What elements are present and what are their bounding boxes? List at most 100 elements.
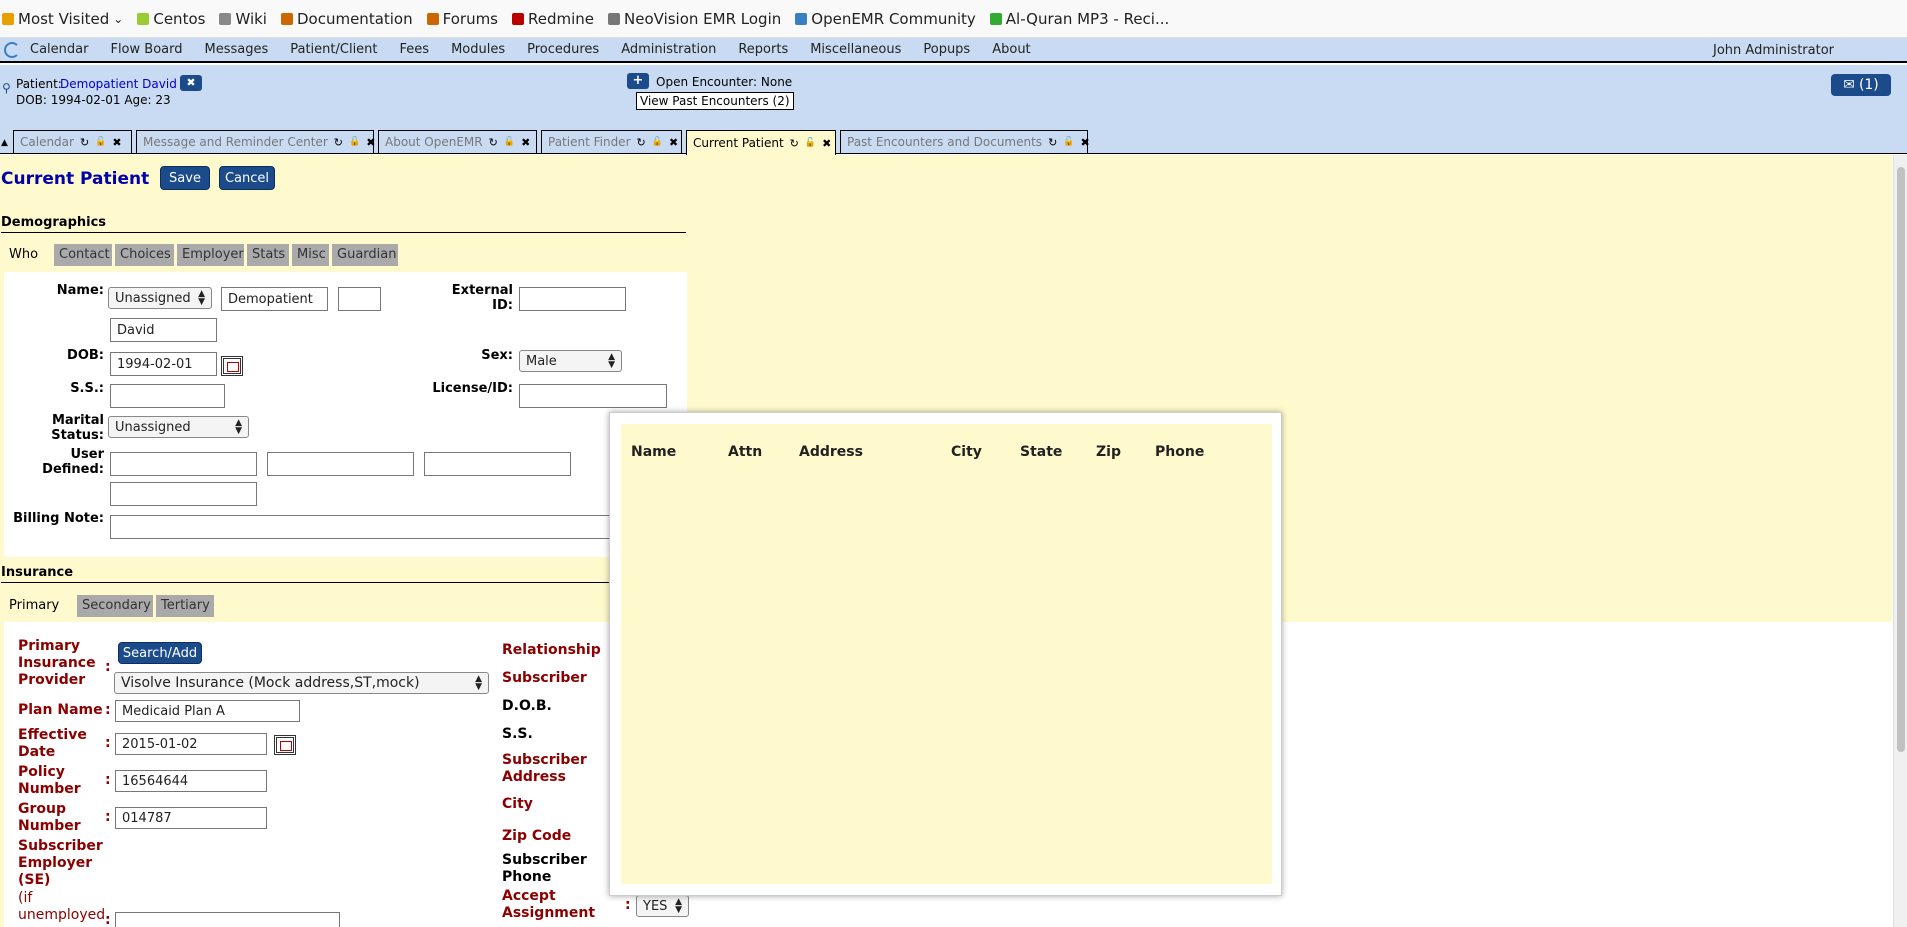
ss-input[interactable] xyxy=(110,384,225,408)
policy-number-input[interactable] xyxy=(115,770,267,792)
last-name-input[interactable] xyxy=(221,287,328,311)
effective-date-input[interactable] xyxy=(115,733,267,755)
dob-input[interactable] xyxy=(110,352,217,376)
external-id-input[interactable] xyxy=(519,287,626,311)
demographics-tab-choices[interactable]: Choices xyxy=(115,244,174,266)
close-icon[interactable]: ✖ xyxy=(521,136,530,149)
collapse-tabs-icon[interactable]: ▲ xyxy=(1,138,8,148)
insurance-provider-select[interactable]: Visolve Insurance (Mock address,ST,mock)… xyxy=(114,672,489,694)
view-past-encounters-button[interactable]: View Past Encounters (2) xyxy=(636,92,794,110)
license-input[interactable] xyxy=(519,384,667,408)
group-number-input[interactable] xyxy=(115,807,267,829)
refresh-icon[interactable]: ↻ xyxy=(80,136,89,149)
new-encounter-button[interactable]: + xyxy=(627,73,649,89)
patient-finder-icon[interactable]: ⚲ xyxy=(2,81,11,95)
scrollbar-thumb[interactable] xyxy=(1897,167,1905,752)
save-button[interactable]: Save xyxy=(160,166,210,190)
demographics-tab-employer[interactable]: Employer xyxy=(177,244,244,266)
page-scrollbar[interactable] xyxy=(1893,155,1907,927)
unlock-icon[interactable]: 🔓 xyxy=(95,137,106,147)
demographics-tab-stats[interactable]: Stats xyxy=(247,244,289,266)
menu-popups[interactable]: Popups xyxy=(923,42,970,57)
tab-message-and-reminder-center[interactable]: Message and Reminder Center ↻ 🔓 ✖ xyxy=(136,130,375,153)
bookmark-2[interactable]: Wiki xyxy=(219,10,267,28)
bookmark-3[interactable]: Documentation xyxy=(280,10,413,28)
tab-calendar[interactable]: Calendar ↻ 🔓 ✖ xyxy=(13,130,132,153)
bookmark-7[interactable]: OpenEMR Community xyxy=(795,10,976,28)
menu-fees[interactable]: Fees xyxy=(400,42,430,57)
menu-modules[interactable]: Modules xyxy=(451,42,505,57)
unlock-icon[interactable]: 🔓 xyxy=(1063,137,1074,147)
column-header-attn[interactable]: Attn xyxy=(728,444,762,460)
search-add-button[interactable]: Search/Add xyxy=(118,642,202,664)
bookmark-8[interactable]: Al-Quran MP3 - Reci... xyxy=(989,10,1169,28)
menu-messages[interactable]: Messages xyxy=(204,42,268,57)
unlock-icon[interactable]: 🔓 xyxy=(504,137,515,147)
unlock-icon[interactable]: 🔓 xyxy=(349,137,360,147)
bookmark-1[interactable]: Centos xyxy=(137,10,205,28)
user-defined-2-input[interactable] xyxy=(267,452,414,476)
menu-reports[interactable]: Reports xyxy=(738,42,788,57)
middle-name-input[interactable] xyxy=(338,287,381,311)
bookmark-4[interactable]: Forums xyxy=(426,10,498,28)
close-icon[interactable]: ✖ xyxy=(822,137,831,150)
close-icon[interactable]: ✖ xyxy=(1081,136,1090,149)
unlock-icon[interactable]: 🔓 xyxy=(652,137,663,147)
accept-assignment-select[interactable]: YES ▲ ▼ xyxy=(636,895,689,917)
close-patient-button[interactable]: ✖ xyxy=(180,75,202,91)
sex-select[interactable]: Male ▲ ▼ xyxy=(519,350,622,372)
menu-flow-board[interactable]: Flow Board xyxy=(110,42,182,57)
user-defined-3-input[interactable] xyxy=(424,452,571,476)
column-header-city[interactable]: City xyxy=(951,444,982,460)
demographics-tab-misc[interactable]: Misc xyxy=(292,244,329,266)
refresh-icon[interactable]: ↻ xyxy=(1048,136,1057,149)
refresh-icon[interactable]: ↻ xyxy=(637,136,646,149)
menu-calendar[interactable]: Calendar xyxy=(30,42,88,57)
column-header-phone[interactable]: Phone xyxy=(1155,444,1204,460)
column-header-state[interactable]: State xyxy=(1020,444,1062,460)
menu-miscellaneous[interactable]: Miscellaneous xyxy=(810,42,901,57)
dob-calendar-icon[interactable] xyxy=(221,356,243,376)
user-name[interactable]: John Administrator xyxy=(1713,43,1834,58)
bookmark-5[interactable]: Redmine xyxy=(512,10,594,28)
menu-procedures[interactable]: Procedures xyxy=(527,42,599,57)
refresh-icon[interactable]: ↻ xyxy=(790,137,799,150)
tab-current-patient[interactable]: Current Patient ↻ 🔓 ✖ xyxy=(686,130,836,155)
demographics-tab-contact[interactable]: Contact xyxy=(54,244,112,266)
plan-name-input[interactable] xyxy=(115,700,300,722)
user-defined-1-input[interactable] xyxy=(110,452,257,476)
tab-past-encounters-and-documents[interactable]: Past Encounters and Documents ↻ 🔓 ✖ xyxy=(840,130,1090,153)
title-select[interactable]: Unassigned ▲ ▼ xyxy=(108,287,212,309)
unlock-icon[interactable]: 🔓 xyxy=(805,138,816,148)
insurance-tab-primary[interactable]: Primary xyxy=(4,595,74,617)
marital-status-select[interactable]: Unassigned ▲ ▼ xyxy=(108,416,249,438)
demographics-tab-guardian[interactable]: Guardian xyxy=(332,244,398,266)
refresh-icon[interactable]: ↻ xyxy=(489,136,498,149)
user-defined-4-input[interactable] xyxy=(110,482,257,506)
insurance-tab-tertiary[interactable]: Tertiary xyxy=(156,595,214,617)
insurance-tab-secondary[interactable]: Secondary xyxy=(77,595,153,617)
column-header-zip[interactable]: Zip xyxy=(1096,444,1121,460)
menu-patient-client[interactable]: Patient/Client xyxy=(290,42,377,57)
demographics-tab-who[interactable]: Who xyxy=(4,244,51,266)
bookmark-0[interactable]: Most Visited ⌄ xyxy=(2,10,123,28)
column-header-name[interactable]: Name xyxy=(631,444,676,460)
menu-about[interactable]: About xyxy=(992,42,1030,57)
column-header-address[interactable]: Address xyxy=(799,444,863,460)
effective-date-calendar-icon[interactable] xyxy=(274,735,296,755)
tab-about-openemr[interactable]: About OpenEMR ↻ 🔓 ✖ xyxy=(378,130,537,153)
subscriber-employer-input[interactable] xyxy=(115,912,340,927)
cancel-button[interactable]: Cancel xyxy=(219,166,275,190)
bookmark-6[interactable]: NeoVision EMR Login xyxy=(608,10,781,28)
refresh-icon[interactable]: ↻ xyxy=(334,136,343,149)
close-icon[interactable]: ✖ xyxy=(366,136,375,149)
tab-patient-finder[interactable]: Patient Finder ↻ 🔓 ✖ xyxy=(541,130,682,153)
menu-administration[interactable]: Administration xyxy=(621,42,716,57)
messages-button[interactable]: ✉ (1) xyxy=(1831,74,1891,96)
patient-name-link[interactable]: Demopatient David () xyxy=(60,77,190,91)
first-name-input[interactable] xyxy=(110,318,217,342)
billing-note-input[interactable] xyxy=(110,515,620,539)
close-icon[interactable]: ✖ xyxy=(669,136,678,149)
close-icon[interactable]: ✖ xyxy=(112,136,121,149)
openemr-logo-icon[interactable] xyxy=(4,41,20,58)
